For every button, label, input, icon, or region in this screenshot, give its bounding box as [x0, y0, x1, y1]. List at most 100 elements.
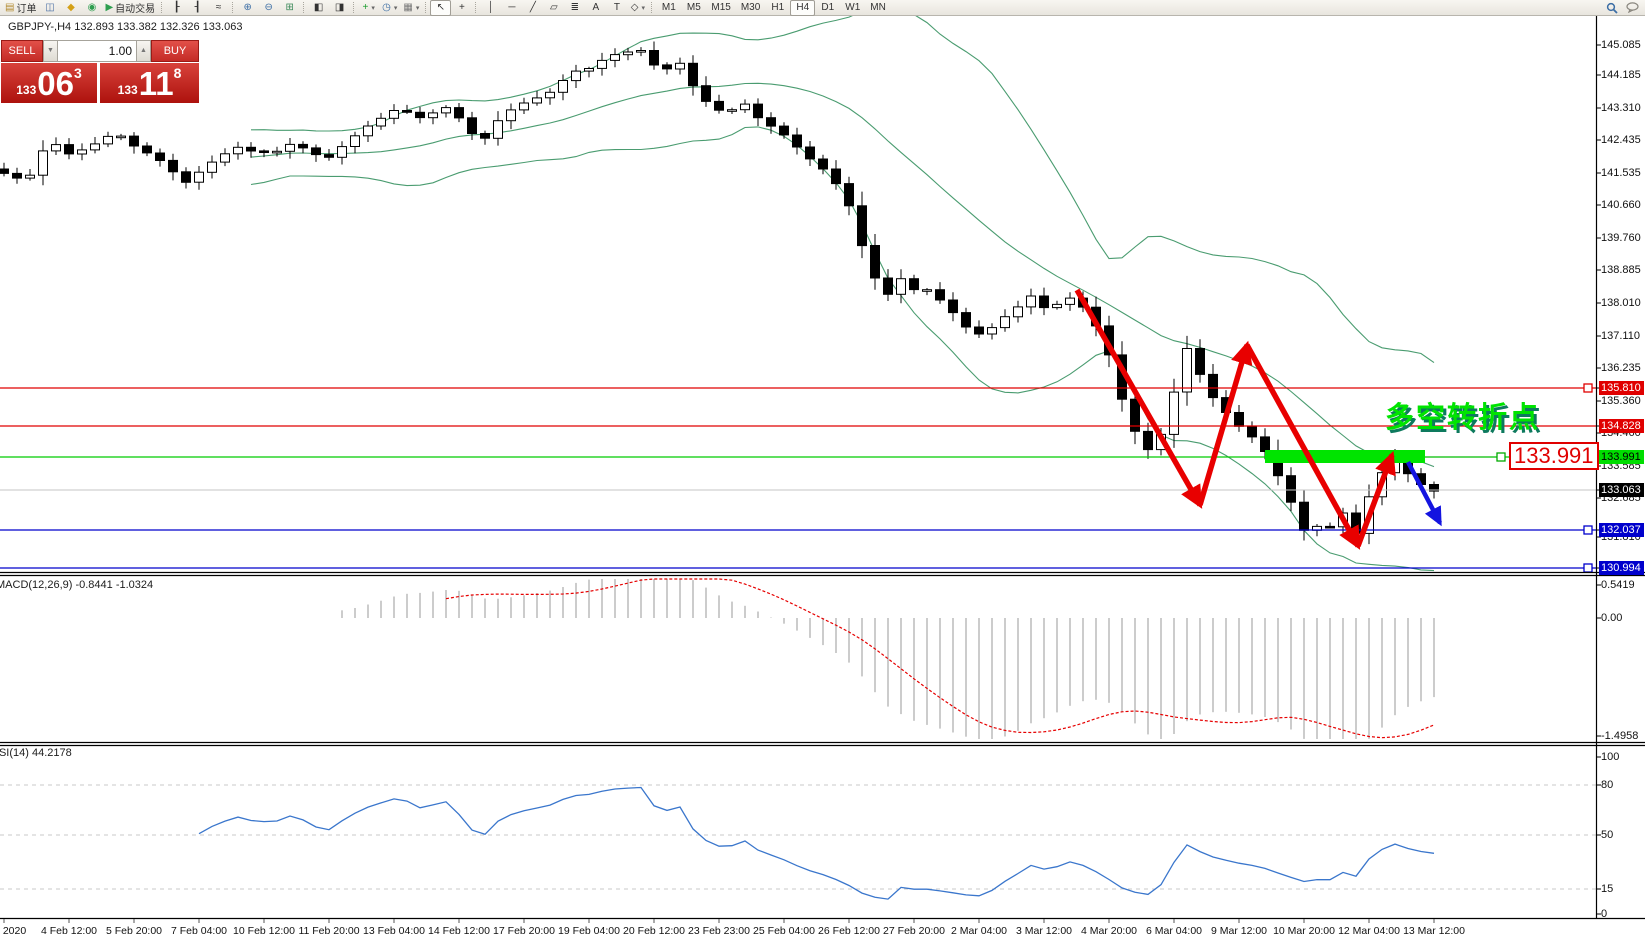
zoom-out-button[interactable]: ⊖: [258, 0, 279, 16]
chart-windows-icon[interactable]: ◫: [39, 0, 60, 16]
axis-price-label: 144.185: [1601, 69, 1641, 81]
sell-price-sup: 3: [74, 65, 82, 81]
toolbar-separator: [475, 2, 477, 13]
tile-windows-button[interactable]: ⊞: [279, 0, 300, 16]
time-axis-label: 10 Feb 12:00: [233, 925, 295, 937]
timeframe-m1-button[interactable]: M1: [656, 0, 681, 16]
signals-icon[interactable]: ◉: [81, 0, 102, 16]
candlesticks: [0, 42, 1439, 545]
red-trend-arrow: [1358, 455, 1392, 546]
time-axis-label: 2 Mar 04:00: [951, 925, 1007, 937]
buy-price-display[interactable]: 133 11 8: [100, 63, 199, 103]
toolbar-separator: [425, 2, 427, 13]
text-label-button[interactable]: T: [606, 0, 627, 16]
toolbar-separator: [161, 2, 163, 13]
period-button[interactable]: ◷▾: [379, 0, 400, 16]
chinese-annotation-text: 多空转折点: [1385, 394, 1540, 436]
timeframe-m5-button[interactable]: M5: [681, 0, 706, 16]
sell-price-prefix: 133: [16, 83, 36, 97]
template-button[interactable]: ▦▾: [400, 0, 422, 16]
axis-price-label: 100: [1601, 751, 1619, 763]
time-axis-label: 9 Mar 12:00: [1211, 925, 1267, 937]
toolbar-separator: [232, 2, 234, 13]
candle-chart-mode-icon[interactable]: ┨: [187, 0, 208, 16]
price-tag-box: 133.991: [1509, 442, 1599, 470]
time-axis-label: 4 Mar 20:00: [1081, 925, 1137, 937]
profile-icon[interactable]: ◆: [60, 0, 81, 16]
axis-price-label: 137.110: [1601, 330, 1640, 342]
time-axis-label: Feb 2020: [0, 925, 26, 937]
bar-chart-mode-icon[interactable]: ┠: [166, 0, 187, 16]
timeframe-mn-button[interactable]: MN: [865, 0, 891, 16]
volume-input[interactable]: [58, 40, 136, 62]
volume-decrease-button[interactable]: ▼: [43, 40, 58, 62]
time-axis-label: 26 Feb 12:00: [818, 925, 880, 937]
time-axis-label: 13 Feb 04:00: [363, 925, 425, 937]
time-axis-label: 3 Mar 12:00: [1016, 925, 1072, 937]
axis-price-label: 0.00: [1601, 612, 1622, 624]
axis-price-label: 139.760: [1601, 232, 1641, 244]
auto-scroll-button[interactable]: ◧: [308, 0, 329, 16]
add-indicator-button[interactable]: +▾: [358, 0, 379, 16]
axis-price-label: 136.235: [1601, 362, 1641, 374]
axis-price-label: 50: [1601, 829, 1613, 841]
timeframe-m15-button[interactable]: M15: [706, 0, 735, 16]
axis-price-label: 15: [1601, 883, 1613, 895]
zoom-in-button[interactable]: ⊕: [237, 0, 258, 16]
horizontal-line-button[interactable]: ─: [501, 0, 522, 16]
time-axis-label: 19 Feb 04:00: [558, 925, 620, 937]
rsi-pane: [199, 788, 1434, 900]
sell-price-big: 06: [37, 67, 74, 101]
volume-increase-button[interactable]: ▲: [136, 40, 151, 62]
cursor-button[interactable]: ↖: [430, 0, 451, 16]
axis-price-label: 80: [1601, 779, 1613, 791]
time-axis-label: 5 Feb 20:00: [106, 925, 162, 937]
highlighted-price-label: 134.828: [1599, 419, 1644, 433]
channel-button[interactable]: ▱: [543, 0, 564, 16]
line-chart-mode-icon[interactable]: ≈: [208, 0, 229, 16]
toolbar-separator: [303, 2, 305, 13]
toolbar-separator: [353, 2, 355, 13]
timeframe-w1-button[interactable]: W1: [840, 0, 865, 16]
time-axis-label: 20 Feb 12:00: [623, 925, 685, 937]
search-icon[interactable]: [1601, 0, 1622, 16]
time-axis-label: 23 Feb 23:00: [688, 925, 750, 937]
shift-end-button[interactable]: ◨: [329, 0, 350, 16]
time-axis-label: 7 Feb 04:00: [171, 925, 227, 937]
chat-icon[interactable]: [1622, 0, 1643, 16]
blue-down-arrow: [1408, 462, 1440, 523]
fibonacci-button[interactable]: ≣: [564, 0, 585, 16]
rsi-indicator-label: RSI(14) 44.2178: [0, 747, 72, 759]
axis-price-label: 138.885: [1601, 264, 1641, 276]
timeframe-d1-button[interactable]: D1: [815, 0, 840, 16]
sell-button[interactable]: SELL: [1, 40, 43, 62]
timeframe-h4-button[interactable]: H4: [790, 0, 815, 16]
toolbar: ▤订单◫◆◉▶自动交易 ┠┨≈ ⊕⊖⊞ ◧◨ +▾◷▾▦▾ ↖+ │─╱▱≣AT◇▾ M1M5…: [0, 0, 1645, 16]
time-axis-label: 17 Feb 20:00: [493, 925, 555, 937]
chart-canvas[interactable]: [0, 0, 1645, 942]
crosshair-button[interactable]: +: [451, 0, 472, 16]
buy-price-sup: 8: [174, 65, 182, 81]
axis-price-label: 141.535: [1601, 167, 1641, 179]
vertical-line-button[interactable]: │: [480, 0, 501, 16]
buy-button[interactable]: BUY: [151, 40, 199, 62]
trendline-button[interactable]: ╱: [522, 0, 543, 16]
text-button[interactable]: A: [585, 0, 606, 16]
rsi-gridlines: [0, 785, 1596, 889]
autotrading-button[interactable]: ▶自动交易: [102, 0, 158, 16]
timeframe-h1-button[interactable]: H1: [765, 0, 790, 16]
macd-pane: [342, 579, 1434, 739]
axis-price-label: 143.310: [1601, 102, 1641, 114]
axis-price-label: 138.010: [1601, 297, 1641, 309]
highlighted-price-label: 132.037: [1599, 523, 1644, 537]
timeframe-m30-button[interactable]: M30: [736, 0, 765, 16]
time-axis-label: 6 Mar 04:00: [1146, 925, 1202, 937]
sell-price-display[interactable]: 133 06 3: [1, 63, 97, 103]
shapes-button[interactable]: ◇▾: [627, 0, 648, 16]
buy-price-big: 11: [139, 67, 174, 101]
time-axis-label: 11 Feb 20:00: [298, 925, 359, 937]
axis-price-label: 142.435: [1601, 134, 1641, 146]
axis-price-label: 145.085: [1601, 39, 1641, 51]
new-order-button[interactable]: ▤订单: [2, 0, 39, 16]
highlighted-price-label: 133.991: [1599, 450, 1644, 464]
